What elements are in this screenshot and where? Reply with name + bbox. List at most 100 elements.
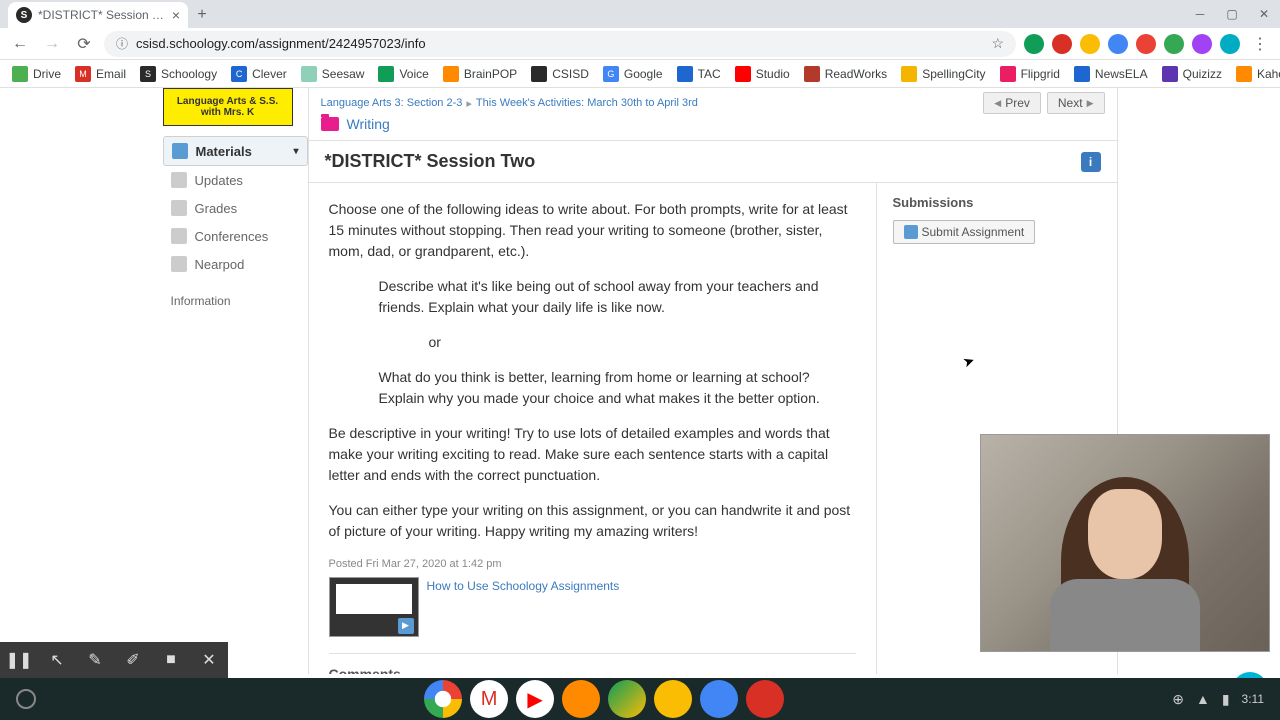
battery-icon: ▮	[1222, 691, 1230, 708]
bm-icon	[804, 66, 820, 82]
bookmark-item[interactable]: SpellingCity	[901, 66, 985, 82]
bookmark-item[interactable]: Seesaw	[301, 66, 365, 82]
prompt-1: Describe what it's like being out of sch…	[379, 276, 856, 318]
highlighter-icon[interactable]: ✐	[114, 642, 152, 678]
folder-row: Writing	[309, 114, 1117, 140]
next-button[interactable]: Next▶	[1047, 92, 1105, 114]
bookmark-item[interactable]: NewsELA	[1074, 66, 1148, 82]
sidebar-item-grades[interactable]: Grades	[163, 194, 308, 222]
sidebar-item-conferences[interactable]: Conferences	[163, 222, 308, 250]
info-button-icon[interactable]: i	[1081, 152, 1101, 172]
bm-icon	[443, 66, 459, 82]
bm-icon	[735, 66, 751, 82]
attachment-link[interactable]: How to Use Schoology Assignments	[427, 577, 620, 595]
chrome-app-icon[interactable]	[424, 680, 462, 718]
browser-titlebar: S *DISTRICT* Session Two | Scho × + ─ ▢ …	[0, 0, 1280, 28]
bookmark-item[interactable]: Drive	[12, 66, 61, 82]
breadcrumb-course[interactable]: Language Arts 3: Section 2-3	[321, 97, 463, 110]
bookmark-item[interactable]: Kahoot	[1236, 66, 1280, 82]
breadcrumb-week[interactable]: This Week's Activities: March 30th to Ap…	[476, 97, 698, 110]
system-tray[interactable]: ⊕ ▲ ▮ 3:11	[1172, 691, 1264, 708]
site-info-icon[interactable]: ⓘ	[116, 35, 128, 52]
body-para: You can either type your writing on this…	[329, 500, 856, 542]
bookmark-item[interactable]: MEmail	[75, 66, 126, 82]
prev-button[interactable]: ◀Prev	[983, 92, 1041, 114]
chrome-menu-icon[interactable]: ⋮	[1248, 34, 1272, 54]
reload-button[interactable]: ⟳	[72, 32, 96, 56]
tab-title: *DISTRICT* Session Two | Scho	[38, 8, 166, 22]
new-tab-button[interactable]: +	[188, 2, 216, 28]
app-icon[interactable]	[562, 680, 600, 718]
bm-icon: C	[231, 66, 247, 82]
youtube-app-icon[interactable]: ▶	[516, 680, 554, 718]
tab-close-icon[interactable]: ×	[172, 7, 180, 23]
extension-icon[interactable]	[1136, 34, 1156, 54]
bm-icon: G	[603, 66, 619, 82]
launcher-icon[interactable]	[16, 689, 36, 709]
sidebar-item-nearpod[interactable]: Nearpod	[163, 250, 308, 278]
webcam-overlay[interactable]	[980, 434, 1270, 652]
bookmark-item[interactable]: ReadWorks	[804, 66, 887, 82]
drive-app-icon[interactable]	[608, 680, 646, 718]
extension-icon[interactable]	[1108, 34, 1128, 54]
comments-header: Comments	[329, 653, 856, 675]
forward-button[interactable]: →	[40, 32, 64, 56]
sidebar-item-materials[interactable]: Materials ▾	[163, 136, 308, 166]
pen-icon[interactable]: ✎	[76, 642, 114, 678]
extension-icon[interactable]	[1164, 34, 1184, 54]
address-bar[interactable]: ⓘ csisd.schoology.com/assignment/2424957…	[104, 31, 1016, 57]
extension-icon[interactable]	[1080, 34, 1100, 54]
bookmark-item[interactable]: GGoogle	[603, 66, 663, 82]
extension-icon[interactable]	[1192, 34, 1212, 54]
bookmark-item[interactable]: Quizizz	[1162, 66, 1222, 82]
bm-icon	[1000, 66, 1016, 82]
back-button[interactable]: ←	[8, 32, 32, 56]
folder-icon	[321, 117, 339, 131]
bm-icon	[531, 66, 547, 82]
browser-tab[interactable]: S *DISTRICT* Session Two | Scho ×	[8, 2, 188, 28]
bm-icon: M	[75, 66, 91, 82]
course-banner[interactable]: Language Arts & S.S. with Mrs. K	[163, 88, 293, 126]
bookmark-item[interactable]: CSISD	[531, 66, 589, 82]
bm-icon	[1236, 66, 1252, 82]
files-app-icon[interactable]	[700, 680, 738, 718]
sidebar-information[interactable]: Information	[163, 286, 308, 316]
bookmark-item[interactable]: Voice	[378, 66, 428, 82]
bookmark-item[interactable]: TAC	[677, 66, 721, 82]
bookmark-item[interactable]: BrainPOP	[443, 66, 517, 82]
sidebar-item-updates[interactable]: Updates	[163, 166, 308, 194]
page-title: *DISTRICT* Session Two	[325, 151, 536, 172]
folder-link[interactable]: Writing	[347, 116, 390, 132]
close-toolbar-icon[interactable]: ✕	[190, 642, 228, 678]
minimize-icon[interactable]: ─	[1184, 0, 1216, 28]
gmail-app-icon[interactable]: M	[470, 680, 508, 718]
close-window-icon[interactable]: ✕	[1248, 0, 1280, 28]
bookmark-item[interactable]: CClever	[231, 66, 287, 82]
bookmark-item[interactable]: SSchoology	[140, 66, 217, 82]
bookmark-item[interactable]: Studio	[735, 66, 790, 82]
bookmark-star-icon[interactable]: ☆	[991, 35, 1004, 52]
extension-icon[interactable]	[1024, 34, 1044, 54]
bm-icon: S	[140, 66, 156, 82]
os-shelf: M ▶ ⊕ ▲ ▮ 3:11	[0, 678, 1280, 720]
extension-icon[interactable]	[1052, 34, 1072, 54]
wifi-icon: ▲	[1196, 691, 1210, 707]
bm-icon	[677, 66, 693, 82]
tab-favicon-icon: S	[16, 7, 32, 23]
keep-app-icon[interactable]	[654, 680, 692, 718]
camera-icon[interactable]: ■	[152, 642, 190, 678]
submit-assignment-button[interactable]: Submit Assignment	[893, 220, 1036, 244]
body-para: Choose one of the following ideas to wri…	[329, 199, 856, 262]
clock: 3:11	[1242, 692, 1264, 706]
bookmark-item[interactable]: Flipgrid	[1000, 66, 1060, 82]
cursor-icon[interactable]: ↖	[38, 642, 76, 678]
bm-icon	[1074, 66, 1090, 82]
app-icon[interactable]	[746, 680, 784, 718]
pause-icon[interactable]: ❚❚	[0, 642, 38, 678]
video-thumbnail[interactable]	[329, 577, 419, 637]
add-icon[interactable]: ⊕	[1172, 691, 1184, 708]
extension-icon[interactable]	[1220, 34, 1240, 54]
submissions-header: Submissions	[893, 195, 1101, 210]
maximize-icon[interactable]: ▢	[1216, 0, 1248, 28]
attachment-row: How to Use Schoology Assignments	[329, 577, 856, 637]
